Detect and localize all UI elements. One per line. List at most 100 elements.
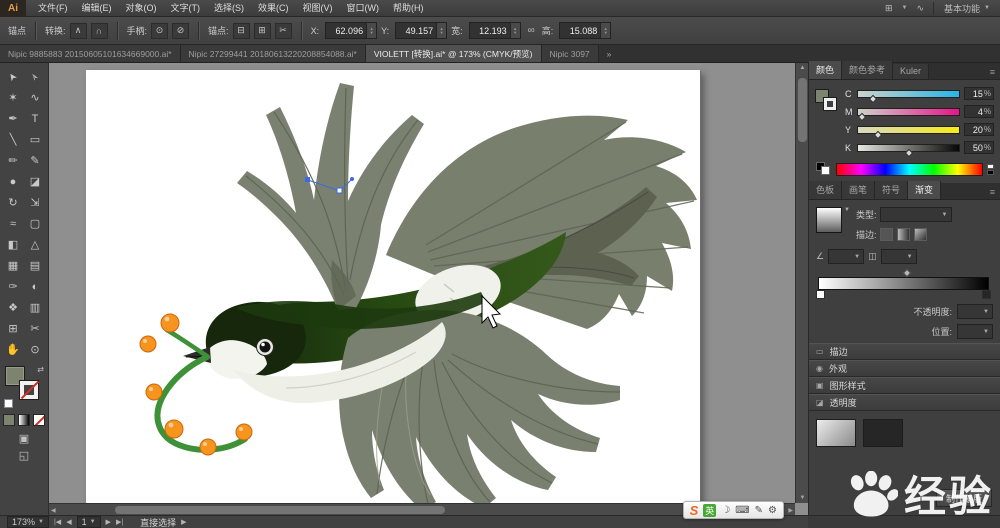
- scale-tool[interactable]: ⇲: [24, 192, 46, 213]
- x-field[interactable]: 62.096 ▲ ▼: [325, 22, 378, 39]
- gradient-stroke-within-icon[interactable]: [880, 228, 894, 241]
- zoom-tool[interactable]: ⊙: [24, 339, 46, 360]
- perspective-grid-tool[interactable]: △: [24, 234, 46, 255]
- tab-brushes[interactable]: 画笔: [842, 181, 876, 199]
- document-tab-3-active[interactable]: VIOLETT [转换].ai* @ 173% (CMYK/预览): [365, 45, 542, 62]
- tab-kuler[interactable]: Kuler: [893, 64, 930, 79]
- convert-to-corner-icon[interactable]: ∧: [69, 22, 87, 39]
- slice-tool[interactable]: ✂: [24, 318, 46, 339]
- gradient-thumbnail-caret[interactable]: ▼: [844, 207, 850, 213]
- tab-color[interactable]: 颜色: [809, 61, 843, 79]
- column-graph-tool[interactable]: ▥: [24, 297, 46, 318]
- width-field[interactable]: 12.193 ▲ ▼: [468, 22, 521, 39]
- cyan-value-field[interactable]: 15%: [964, 87, 994, 100]
- tab-color-guide[interactable]: 颜色参考: [842, 61, 894, 79]
- arrange-documents-icon[interactable]: ⊞: [885, 3, 893, 14]
- graphic-styles-panel-header[interactable]: ▣ 图形样式: [809, 377, 1000, 394]
- status-expand-icon[interactable]: ▶: [181, 518, 186, 526]
- stroke-color-indicator[interactable]: [823, 97, 837, 111]
- tab-overflow-icon[interactable]: »: [601, 45, 618, 62]
- magenta-slider[interactable]: [857, 107, 960, 121]
- convert-to-smooth-icon[interactable]: ∩: [90, 22, 108, 39]
- cyan-slider[interactable]: [857, 89, 960, 103]
- zoom-level-select[interactable]: 173% ▼: [7, 516, 49, 528]
- hide-handles-icon[interactable]: ⊘: [172, 22, 190, 39]
- paintbrush-tool[interactable]: ✏: [2, 150, 24, 171]
- document-tab-2[interactable]: Nipic 27299441 20180613220208854088.ai*: [180, 45, 366, 62]
- menu-object[interactable]: 对象(O): [119, 0, 164, 17]
- yellow-value-field[interactable]: 20%: [964, 123, 994, 136]
- mesh-tool[interactable]: ▦: [2, 255, 24, 276]
- menu-select[interactable]: 选择(S): [207, 0, 251, 17]
- slider-thumb[interactable]: [868, 94, 878, 103]
- gradient-stroke-across-icon[interactable]: [914, 228, 928, 241]
- artboard-number-field[interactable]: 1 ▼: [76, 516, 101, 528]
- blob-brush-tool[interactable]: ●: [2, 171, 24, 192]
- show-handles-icon[interactable]: ⊙: [151, 22, 169, 39]
- gradient-angle-field[interactable]: ▼: [828, 249, 865, 264]
- pen-tool[interactable]: ✒: [2, 108, 24, 129]
- drawing-mode-button[interactable]: ▣: [19, 432, 29, 445]
- x-spinner[interactable]: ▲ ▼: [366, 23, 377, 38]
- slider-thumb[interactable]: [904, 148, 913, 157]
- gradient-stop-start[interactable]: [816, 290, 825, 299]
- document-tab-4[interactable]: Nipic 3097: [541, 45, 599, 62]
- gradient-aspect-field[interactable]: ▼: [880, 249, 917, 264]
- color-mode-button[interactable]: [3, 414, 15, 426]
- cut-path-icon[interactable]: ✂: [274, 22, 292, 39]
- app-logo[interactable]: Ai: [0, 0, 26, 17]
- gradient-midpoint-marker[interactable]: [902, 268, 911, 278]
- transparency-preview-thumbnail[interactable]: [816, 419, 856, 447]
- width-tool[interactable]: ≈: [2, 213, 24, 234]
- gradient-slider-bar[interactable]: [816, 268, 991, 299]
- menu-edit[interactable]: 编辑(E): [75, 0, 119, 17]
- cs-live-icon[interactable]: ∿: [916, 3, 924, 14]
- slider-thumb[interactable]: [857, 112, 867, 121]
- workspace-switcher[interactable]: 基本功能 ▼: [933, 1, 990, 15]
- spectrum-white-swatch[interactable]: [987, 163, 994, 169]
- gradient-stop-end[interactable]: [982, 290, 991, 299]
- height-value[interactable]: 15.088: [560, 26, 600, 36]
- menu-window[interactable]: 窗口(W): [340, 0, 387, 17]
- ime-handwriting-icon[interactable]: ✎: [755, 505, 763, 516]
- x-value[interactable]: 62.096: [326, 26, 366, 36]
- vertical-scroll-thumb[interactable]: [798, 78, 807, 142]
- last-artboard-button[interactable]: ▶|: [116, 518, 123, 526]
- yellow-slider[interactable]: [857, 125, 960, 139]
- ime-keyboard-icon[interactable]: ⌨: [735, 505, 749, 516]
- panel-menu-icon[interactable]: ≡: [985, 187, 1000, 199]
- y-value[interactable]: 49.157: [396, 26, 436, 36]
- artboard-tool[interactable]: ⊞: [2, 318, 24, 339]
- white-swatch[interactable]: [821, 166, 830, 175]
- eraser-tool[interactable]: ◪: [24, 171, 46, 192]
- constrain-proportions-icon[interactable]: ∞: [528, 25, 535, 36]
- ime-settings-icon[interactable]: ⚙: [768, 505, 777, 516]
- blend-tool[interactable]: ◐: [24, 276, 46, 297]
- menu-help[interactable]: 帮助(H): [386, 0, 431, 17]
- remove-anchor-icon[interactable]: ⊟: [232, 22, 250, 39]
- menu-effect[interactable]: 效果(C): [251, 0, 296, 17]
- ime-language-toggle[interactable]: 英: [703, 503, 717, 517]
- line-segment-tool[interactable]: ╲: [2, 129, 24, 150]
- horizontal-scroll-thumb[interactable]: [115, 506, 445, 514]
- appearance-panel-header[interactable]: ◉ 外观: [809, 360, 1000, 377]
- y-spinner[interactable]: ▲ ▼: [436, 23, 447, 38]
- gradient-mode-button[interactable]: [18, 414, 30, 426]
- tab-gradient[interactable]: 渐变: [908, 181, 942, 199]
- pencil-tool[interactable]: ✎: [24, 150, 46, 171]
- tab-swatches[interactable]: 色板: [809, 181, 843, 199]
- gradient-stroke-along-icon[interactable]: [897, 228, 911, 241]
- height-spinner[interactable]: ▲ ▼: [600, 23, 611, 38]
- ime-fullhalf-icon[interactable]: ☽: [721, 505, 730, 516]
- symbol-sprayer-tool[interactable]: ❖: [2, 297, 24, 318]
- spectrum-black-swatch[interactable]: [987, 169, 994, 175]
- canvas[interactable]: ▲ ▼ ◀ ▶: [49, 63, 808, 515]
- swap-fill-stroke-icon[interactable]: ⇄: [37, 365, 44, 374]
- gradient-fill-thumbnail[interactable]: [816, 207, 842, 233]
- scroll-down-icon[interactable]: ▼: [796, 495, 808, 501]
- transparency-panel-header[interactable]: ◪ 透明度: [809, 394, 1000, 411]
- tab-symbols[interactable]: 符号: [875, 181, 909, 199]
- stroke-panel-header[interactable]: ▭ 描边: [809, 343, 1000, 360]
- scroll-up-icon[interactable]: ▲: [796, 65, 808, 71]
- rectangle-tool[interactable]: ▭: [24, 129, 46, 150]
